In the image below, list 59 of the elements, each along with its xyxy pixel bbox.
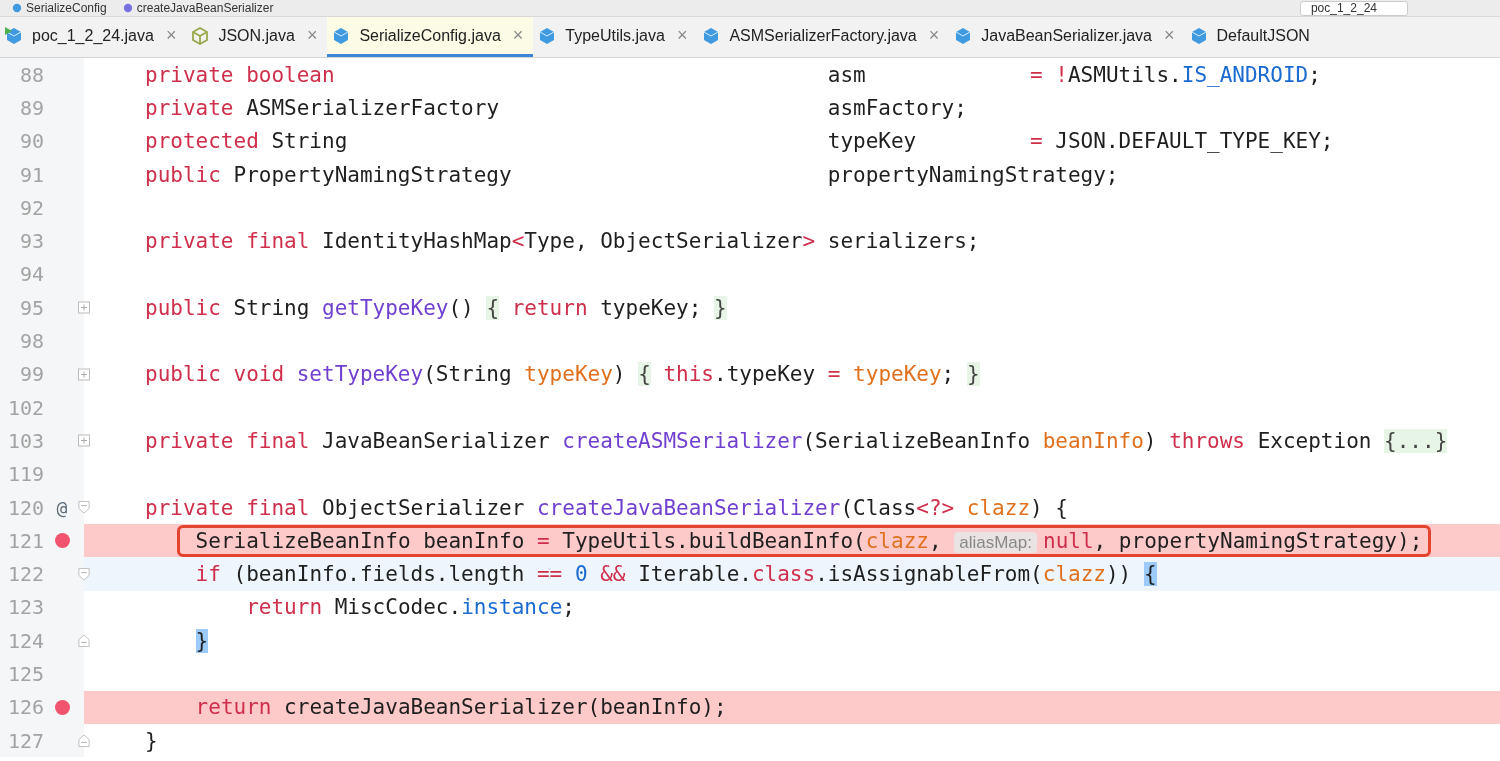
code-line: SerializeBeanInfo beanInfo = TypeUtils.buildBeanInfo(clazz, aliasMap: null, propertyNamingStrategy); (195, 528, 1423, 553)
line-number: 119 (6, 462, 44, 487)
code-line: private ASMSerializerFactory asmFactory; (145, 95, 967, 120)
line-number: 94 (18, 262, 44, 287)
line-number: 121 (6, 528, 44, 553)
editor-tab[interactable]: JavaBeanSerializer.java × (949, 17, 1185, 57)
code-line: if (beanInfo.fields.length == 0 && Iterable.class.isAssignableFrom(clazz)) { (195, 562, 1157, 587)
code-line: } (145, 728, 158, 753)
line-number: 89 (18, 95, 44, 120)
editor-tab[interactable]: JSON.java × (186, 17, 328, 57)
line-number: 122 (6, 562, 44, 587)
override-marker: @ (56, 497, 68, 518)
collapse-icon[interactable] (78, 634, 90, 648)
editor-tab[interactable]: DefaultJSON (1184, 17, 1320, 57)
code-line: public void setTypeKey(String typeKey) { this.typeKey = typeKey; } (145, 362, 980, 387)
file-icon (122, 3, 133, 13)
collapse-icon[interactable] (78, 567, 90, 581)
cube-icon (190, 25, 211, 46)
code-line: private final IdentityHashMap<Type, ObjectSerializer> serializers; (145, 229, 980, 254)
editor-tab[interactable]: ASMSerializerFactory.java × (697, 17, 950, 57)
cube-icon (4, 25, 24, 46)
code-line: protected String typeKey = JSON.DEFAULT_TYPE_KEY; (145, 129, 1334, 154)
expand-icon[interactable] (78, 367, 90, 381)
code-line: private final JavaBeanSerializer createASMSerializer(SerializeBeanInfo beanInfo) throws Exception {...} (145, 428, 1448, 453)
editor-tab[interactable]: TypeUtils.java × (533, 17, 698, 57)
line-number: 98 (18, 329, 44, 353)
line-number: 99 (18, 362, 44, 387)
line-number: 126 (6, 695, 44, 720)
line-number: 123 (6, 595, 44, 620)
collapse-icon[interactable] (78, 734, 90, 748)
code-line: public String getTypeKey() { return typeKey; } (145, 295, 727, 320)
line-number: 127 (6, 728, 44, 753)
line-number: 90 (18, 129, 44, 154)
line-number: 95 (18, 295, 44, 320)
line-number: 125 (6, 662, 44, 686)
line-number: 92 (18, 195, 44, 220)
file-icon (12, 3, 22, 13)
line-number: 103 (6, 428, 44, 453)
collapse-icon[interactable] (78, 501, 90, 514)
editor-tab[interactable]: poc_1_2_24.java × (0, 17, 187, 57)
editor-tab[interactable]: SerializeConfig.java × (327, 17, 534, 57)
line-number: 102 (6, 395, 44, 420)
code-line: return MiscCodec.instance; (246, 595, 575, 620)
expand-icon[interactable] (78, 301, 90, 315)
line-number: 124 (6, 628, 44, 653)
line-number: 120 (6, 495, 44, 520)
line-number: 93 (18, 229, 44, 254)
run-config-dropdown[interactable]: poc_1_2_24 (1299, 0, 1408, 16)
code-line: private final ObjectSerializer createJavaBeanSerializer(Class<?> clazz) { (145, 495, 1068, 520)
expand-icon[interactable] (78, 434, 90, 448)
line-number: 91 (18, 162, 44, 187)
breadcrumb-item[interactable]: SerializeConfig (26, 1, 107, 15)
line-number: 88 (18, 62, 44, 87)
code-line: private boolean asm = !ASMUtils.IS_ANDROID; (145, 62, 1321, 87)
breadcrumb-item[interactable]: createJavaBeanSerializer (136, 1, 274, 15)
code-line: public PropertyNamingStrategy propertyNamingStrategy; (145, 162, 1119, 187)
breakpoint-icon[interactable] (54, 699, 70, 715)
code-line: return createJavaBeanSerializer(beanInfo); (195, 695, 727, 720)
breakpoint-icon[interactable] (54, 533, 70, 549)
